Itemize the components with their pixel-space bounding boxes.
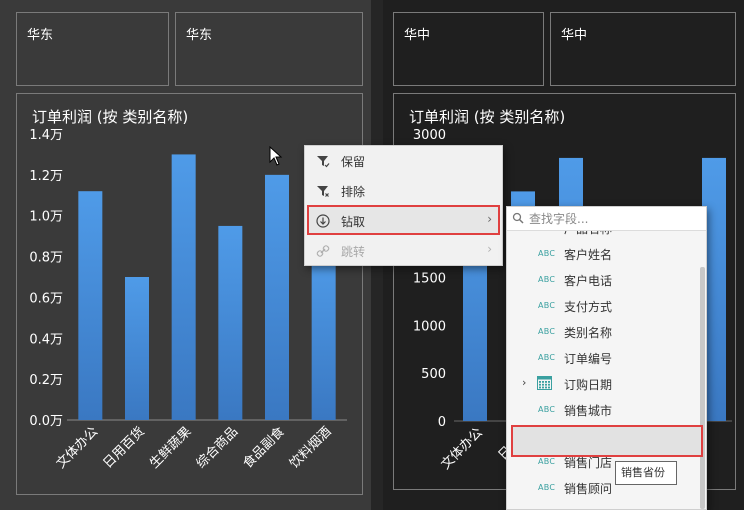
mouse-cursor-icon [269,146,283,166]
field-item[interactable]: ABC 销售城市 [507,397,699,423]
bar[interactable] [171,154,196,420]
bar[interactable] [265,174,289,420]
calendar-icon [537,376,552,390]
field-search-input[interactable] [527,210,697,228]
x-tick-label: 综合商品 [194,424,241,471]
menu-item-label: 跳转 [341,245,366,259]
field-search-bar [507,207,706,231]
x-tick-label: 文体办公 [438,425,485,472]
field-item[interactable]: ABC 订单编号 [507,345,699,371]
y-tick-label: 0 [438,415,446,430]
text-type-icon: ABC [538,405,556,414]
menu-item-label: 排除 [341,185,366,199]
field-label: 产品名称 [564,231,612,237]
bar[interactable] [125,277,149,420]
field-item[interactable]: ABC 客户电话 [507,267,699,293]
field-item[interactable]: ABC 支付方式 [507,293,699,319]
text-type-icon: ABC [538,275,556,284]
menu-item-label: 钻取 [341,215,366,229]
bar[interactable] [78,191,103,420]
menu-item-drill[interactable]: 钻取 › [305,207,502,235]
submenu-arrow-icon: › [487,212,492,226]
search-icon [512,212,524,224]
y-tick-label: 3000 [413,128,446,143]
submenu-arrow-icon: › [487,242,492,256]
x-tick-label: 生鲜蔬果 [147,424,194,471]
field-label: 销售顾问 [564,482,613,496]
menu-item-keep[interactable]: 保留 [305,147,502,175]
filter-card-label: 华中 [404,28,431,43]
filter-card-1[interactable]: 华中 [393,12,544,86]
text-type-icon: ABC [538,327,556,336]
field-label: 客户姓名 [564,248,613,262]
field-item[interactable]: ABC 产品名称 [507,231,699,241]
field-label: 订单编号 [564,352,613,366]
filter-card-1[interactable]: 华东 [16,12,169,86]
field-label: 销售城市 [564,404,613,418]
field-label: 支付方式 [564,300,613,314]
text-type-icon: ABC [538,231,555,232]
link-icon [316,245,330,257]
menu-item-label: 保留 [341,155,366,169]
x-tick-label: 文体办公 [54,424,101,471]
bar[interactable] [218,225,243,420]
menu-item-exclude[interactable]: 排除 [305,177,502,205]
field-label: 客户电话 [564,274,613,288]
text-type-icon: ABC [538,457,556,466]
field-item[interactable]: ABC 客户姓名 [507,241,699,267]
text-type-icon: ABC [538,249,556,258]
y-tick-label: 0.2万 [29,373,63,388]
bar[interactable] [311,252,336,420]
y-tick-label: 1.0万 [29,210,63,225]
expand-chevron-icon[interactable]: › [522,376,526,389]
y-tick-label: 1.4万 [29,128,63,143]
scrollbar[interactable] [700,267,705,509]
y-tick-label: 1500 [413,272,446,287]
filter-card-2[interactable]: 华东 [175,12,363,86]
x-tick-label: 食品副食 [240,424,288,472]
y-tick-label: 1000 [413,319,446,334]
menu-item-jump[interactable]: 跳转 › [305,237,502,265]
exclude-filter-icon [317,186,329,197]
text-type-icon: ABC [538,483,556,492]
drill-icon [316,214,330,228]
y-tick-label: 0.8万 [29,251,63,266]
filter-card-label: 华东 [27,28,54,43]
text-type-icon: ABC [538,301,556,310]
field-item[interactable]: › 订购日期 [507,371,699,397]
y-tick-label: 500 [421,367,446,382]
tooltip: 销售省份 [615,461,677,485]
keep-filter-icon [317,156,330,168]
y-tick-label: 0.4万 [29,332,63,347]
field-highlight-box [511,425,703,457]
text-type-icon: ABC [538,353,556,362]
y-tick-label: 0.0万 [29,414,63,429]
filter-card-label: 华中 [561,28,588,43]
context-menu: 保留 排除 钻取 › 跳转 › [304,145,503,266]
filter-card-label: 华东 [186,28,213,43]
field-label: 订购日期 [564,378,613,392]
x-tick-label: 饮料烟酒 [287,424,334,471]
field-item[interactable]: ABC 类别名称 [507,319,699,345]
field-label: 类别名称 [564,326,613,340]
filter-card-2[interactable]: 华中 [550,12,736,86]
x-tick-label: 日用百货 [100,424,148,472]
y-tick-label: 0.6万 [29,291,63,306]
y-tick-label: 1.2万 [29,169,63,184]
